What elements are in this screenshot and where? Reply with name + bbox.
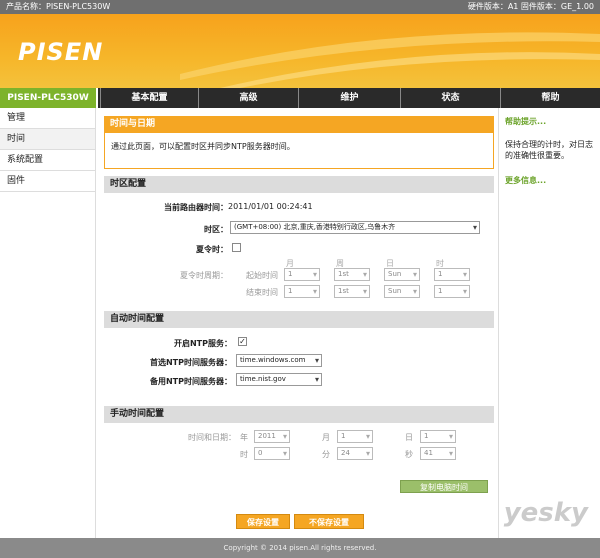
hour-unit-label: 时 <box>240 450 248 459</box>
timezone-select[interactable]: (GMT+08:00) 北京,重庆,香港特别行政区,乌鲁木齐 <box>230 221 480 234</box>
sidebar-item-time[interactable]: 时间 <box>0 129 95 150</box>
day-unit-label: 日 <box>405 433 413 442</box>
ntp-backup-label: 备用NTP时间服务器： <box>149 377 232 386</box>
year-unit-label: 年 <box>240 433 248 442</box>
manual-year-select[interactable]: 2011 <box>254 430 290 443</box>
dst-start-week-select[interactable]: 1st <box>334 268 370 281</box>
header-banner: PISEN <box>0 14 600 88</box>
manual-day-select[interactable]: 1 <box>420 430 456 443</box>
ntp-primary-label: 首选NTP时间服务器： <box>149 358 232 367</box>
section-title-manual: 手动时间配置 <box>104 406 494 423</box>
timezone-label: 时区： <box>204 225 228 234</box>
version-info: 硬件版本：A1 固件版本：GE_1.00 <box>467 2 594 11</box>
ntp-backup-select[interactable]: time.nist.gov <box>236 373 322 386</box>
manual-month-select[interactable]: 1 <box>337 430 373 443</box>
help-text: 保持合理的计时，对日志的准确性很重要。 <box>505 140 593 160</box>
help-panel: 帮助提示... 保持合理的计时，对日志的准确性很重要。 更多信息... <box>498 108 600 538</box>
ntp-primary-select[interactable]: time.windows.com <box>236 354 322 367</box>
dst-checkbox[interactable] <box>232 243 241 252</box>
help-title: 帮助提示... <box>505 117 547 126</box>
dst-label: 夏令时： <box>196 245 228 254</box>
top-info-bar: 产品名称：PISEN-PLC530W 硬件版本：A1 固件版本：GE_1.00 <box>0 0 600 14</box>
model-label: PISEN-PLC530W <box>0 88 98 108</box>
tab-help[interactable]: 帮助 <box>500 88 600 108</box>
current-time-label: 当前路由器时间： <box>164 203 228 212</box>
dst-period-label: 夏令时周期： <box>180 271 228 280</box>
section-title-timezone: 时区配置 <box>104 176 494 193</box>
intro-text: 通过此页面，可以配置时区并同步NTP服务器时间。 <box>104 133 494 169</box>
save-button[interactable]: 保存设置 <box>236 514 290 529</box>
tab-basic-config[interactable]: 基本配置 <box>100 88 198 108</box>
section-title-time: 时间与日期 <box>104 116 494 133</box>
dst-start-label: 起始时间 <box>246 271 278 280</box>
minute-unit-label: 分 <box>322 450 330 459</box>
brand-logo: PISEN <box>18 38 104 66</box>
tab-advanced[interactable]: 高级 <box>198 88 298 108</box>
manual-minute-select[interactable]: 24 <box>337 447 373 460</box>
dst-end-hour-select[interactable]: 1 <box>434 285 470 298</box>
dst-end-week-select[interactable]: 1st <box>334 285 370 298</box>
main-content: 时间与日期 通过此页面，可以配置时区并同步NTP服务器时间。 <box>104 116 494 169</box>
dst-start-month-select[interactable]: 1 <box>284 268 320 281</box>
section-title-ntp: 自动时间配置 <box>104 311 494 328</box>
dst-start-hour-select[interactable]: 1 <box>434 268 470 281</box>
month-unit-label: 月 <box>322 433 330 442</box>
second-unit-label: 秒 <box>405 450 413 459</box>
current-time-value: 2011/01/01 00:24:41 <box>228 202 313 211</box>
site-watermark: yesky <box>503 498 588 528</box>
dst-end-month-select[interactable]: 1 <box>284 285 320 298</box>
manual-second-select[interactable]: 41 <box>420 447 456 460</box>
ntp-enable-label: 开启NTP服务： <box>173 339 232 348</box>
dst-start-day-select[interactable]: Sun <box>384 268 420 281</box>
manual-datetime-label: 时间和日期： <box>188 433 236 442</box>
ntp-enable-checkbox[interactable]: ✓ <box>238 337 247 346</box>
banner-swoosh-graphic <box>180 32 600 88</box>
tab-status[interactable]: 状态 <box>400 88 500 108</box>
dst-end-label: 结束时间 <box>246 288 278 297</box>
footer-copyright: Copyright © 2014 pisen.All rights reserv… <box>0 538 600 558</box>
sidebar: 管理 时间 系统配置 固件 <box>0 108 96 538</box>
cancel-button[interactable]: 不保存设置 <box>294 514 364 529</box>
sidebar-item-firmware[interactable]: 固件 <box>0 171 95 192</box>
sidebar-item-system-config[interactable]: 系统配置 <box>0 150 95 171</box>
dst-end-day-select[interactable]: Sun <box>384 285 420 298</box>
copy-pc-time-button[interactable]: 复制电脑时间 <box>400 480 488 493</box>
help-more-link[interactable]: 更多信息... <box>499 161 600 186</box>
product-name: 产品名称：PISEN-PLC530W <box>6 2 111 11</box>
tab-maintenance[interactable]: 维护 <box>298 88 400 108</box>
manual-hour-select[interactable]: 0 <box>254 447 290 460</box>
main-navbar: PISEN-PLC530W 基本配置 高级 维护 状态 帮助 <box>0 88 600 108</box>
sidebar-item-admin[interactable]: 管理 <box>0 108 95 129</box>
